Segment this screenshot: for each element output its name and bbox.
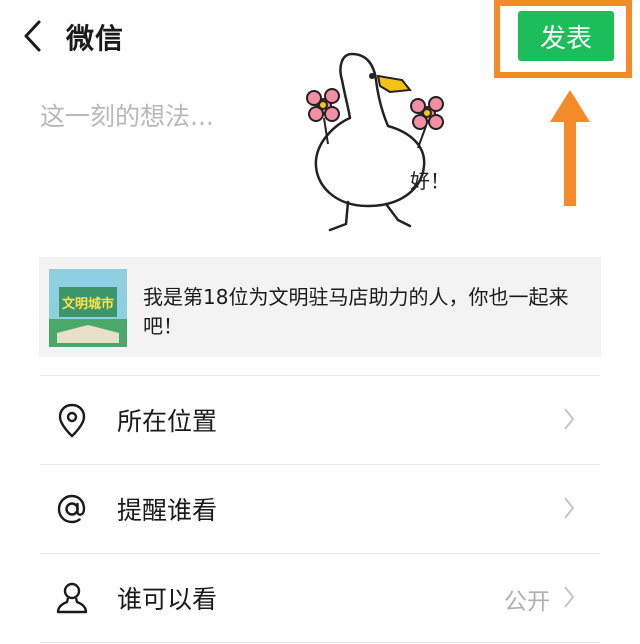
share-card-text: 我是第18位为文明驻马店助力的人，你也一起来吧！ [143, 285, 569, 338]
back-chevron-icon[interactable] [20, 18, 46, 54]
share-thumbnail-text: 文明城市 [62, 296, 114, 312]
location-pin-icon [58, 403, 86, 438]
location-label: 所在位置 [117, 407, 218, 436]
duck-sticker-image: 好！ [306, 52, 450, 232]
page-title: 微信 [66, 22, 125, 55]
at-icon [57, 494, 86, 524]
chevron-right-icon [564, 586, 575, 608]
chevron-right-icon [564, 497, 575, 519]
annotation-arrow-icon [550, 90, 590, 206]
annotation-highlight-box [494, 0, 632, 78]
share-thumbnail-image: 文明城市 [49, 269, 127, 347]
location-row[interactable]: 所在位置 [40, 376, 600, 464]
shared-link-card[interactable]: 文明城市 我是第18位为文明驻马店助力的人，你也一起来吧！ [39, 257, 601, 357]
visibility-label: 谁可以看 [117, 585, 218, 614]
chevron-right-icon [564, 408, 575, 430]
sticker-caption: 好！ [410, 169, 450, 193]
visibility-row[interactable]: 谁可以看 公开 [40, 554, 600, 642]
thought-input[interactable] [40, 96, 280, 136]
visibility-value: 公开 [504, 589, 550, 615]
mention-row[interactable]: 提醒谁看 [40, 465, 600, 553]
divider [40, 642, 600, 643]
person-icon [56, 582, 88, 614]
mention-label: 提醒谁看 [117, 496, 218, 525]
